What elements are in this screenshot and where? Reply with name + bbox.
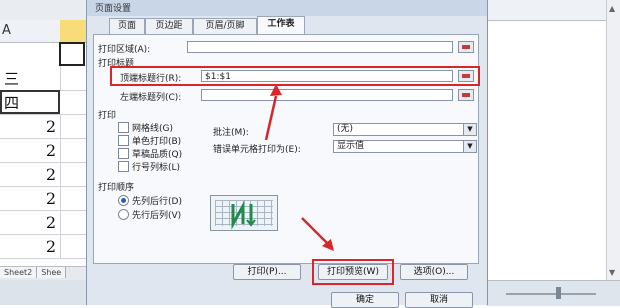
annotation-arrows bbox=[264, 84, 334, 251]
arrow-up-icon bbox=[270, 84, 282, 96]
